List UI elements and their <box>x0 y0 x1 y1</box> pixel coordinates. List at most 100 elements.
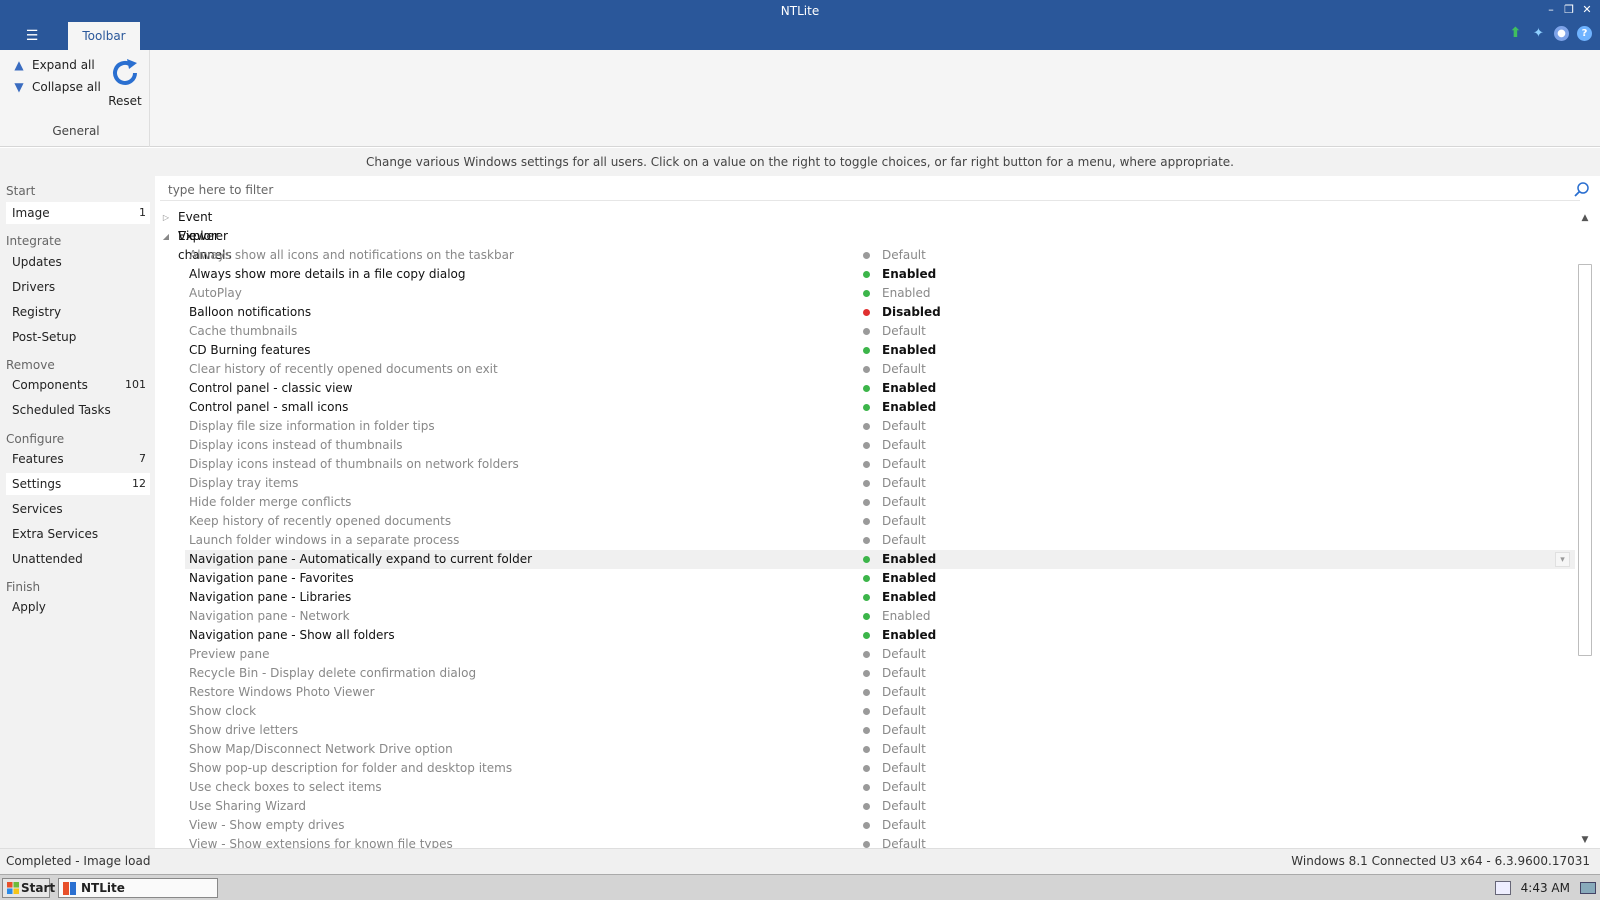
setting-row[interactable]: View - Show empty drives Default <box>185 816 1575 835</box>
setting-row[interactable]: Clear history of recently opened documen… <box>185 360 1575 379</box>
hamburger-menu-icon[interactable]: ☰ <box>22 27 42 45</box>
restore-icon[interactable]: ❐ <box>1562 2 1576 18</box>
setting-value[interactable]: Default <box>882 436 926 455</box>
sidebar-item-unattended[interactable]: Unattended <box>6 548 150 570</box>
setting-row[interactable]: Show Map/Disconnect Network Drive option… <box>185 740 1575 759</box>
setting-value[interactable]: Enabled <box>882 341 936 360</box>
sidebar-item-apply[interactable]: Apply <box>6 596 150 618</box>
setting-value[interactable]: Disabled <box>882 303 941 322</box>
setting-row[interactable]: Navigation pane - Network Enabled <box>185 607 1575 626</box>
setting-row[interactable]: Keep history of recently opened document… <box>185 512 1575 531</box>
twitter-icon[interactable]: ✦ <box>1531 26 1546 41</box>
setting-value[interactable]: Default <box>882 664 926 683</box>
sidebar-item-post-setup[interactable]: Post-Setup <box>6 326 150 348</box>
sidebar-item-drivers[interactable]: Drivers <box>6 276 150 298</box>
collapse-all-button[interactable]: ▼ Collapse all <box>12 79 100 95</box>
setting-value[interactable]: Enabled <box>882 284 931 303</box>
update-arrow-icon[interactable]: ⬆ <box>1508 26 1523 41</box>
setting-value[interactable]: Enabled <box>882 607 931 626</box>
setting-value[interactable]: Default <box>882 360 926 379</box>
setting-value[interactable]: Default <box>882 721 926 740</box>
setting-row[interactable]: Always show more details in a file copy … <box>185 265 1575 284</box>
setting-row[interactable]: Navigation pane - Show all folders Enable… <box>185 626 1575 645</box>
setting-row[interactable]: Cache thumbnails Default <box>185 322 1575 341</box>
setting-value[interactable]: Default <box>882 417 926 436</box>
setting-value[interactable]: Default <box>882 246 926 265</box>
sidebar-item-features[interactable]: Features 7 <box>6 448 150 470</box>
setting-value[interactable]: Default <box>882 797 926 816</box>
setting-value[interactable]: Default <box>882 322 926 341</box>
expanded-triangle-icon[interactable]: ◢ <box>161 227 171 246</box>
scroll-up-arrow-icon[interactable]: ▲ <box>1577 210 1593 226</box>
expand-all-button[interactable]: ▲ Expand all <box>12 57 94 73</box>
network-icon[interactable] <box>1494 881 1511 895</box>
sidebar-item-services[interactable]: Services <box>6 498 150 520</box>
row-menu-dropdown-icon[interactable]: ▾ <box>1555 552 1570 567</box>
setting-row[interactable]: AutoPlay Enabled <box>185 284 1575 303</box>
setting-row[interactable]: View - Show extensions for known file ty… <box>185 835 1575 848</box>
setting-value[interactable]: Enabled <box>882 588 936 607</box>
setting-row[interactable]: Hide folder merge conflicts Default <box>185 493 1575 512</box>
search-icon[interactable] <box>1573 181 1591 199</box>
show-desktop-icon[interactable] <box>1580 882 1596 894</box>
setting-value[interactable]: Default <box>882 683 926 702</box>
help-icon[interactable]: ? <box>1577 26 1592 41</box>
setting-value[interactable]: Enabled <box>882 550 936 569</box>
start-button[interactable]: Start <box>2 878 55 898</box>
setting-value[interactable]: Enabled <box>882 379 936 398</box>
setting-row[interactable]: Display file size information in folder … <box>185 417 1575 436</box>
setting-row[interactable]: Use Sharing Wizard Default <box>185 797 1575 816</box>
tab-toolbar[interactable]: Toolbar <box>68 22 140 50</box>
setting-row[interactable]: Show drive letters Default <box>185 721 1575 740</box>
setting-value[interactable]: Default <box>882 493 926 512</box>
setting-row[interactable]: Navigation pane - Automatically expand t… <box>185 550 1575 569</box>
sidebar-item-extra-services[interactable]: Extra Services <box>6 523 150 545</box>
filter-input[interactable] <box>160 179 1580 201</box>
setting-value[interactable]: Default <box>882 455 926 474</box>
collapsed-triangle-icon[interactable]: ▷ <box>161 208 171 227</box>
setting-value[interactable]: Default <box>882 740 926 759</box>
sidebar-item-updates[interactable]: Updates <box>6 251 150 273</box>
setting-row[interactable]: Control panel - classic view Enabled <box>185 379 1575 398</box>
setting-row[interactable]: Control panel - small icons Enabled <box>185 398 1575 417</box>
setting-row[interactable]: Navigation pane - Favorites Enabled <box>185 569 1575 588</box>
setting-row[interactable]: Preview pane Default <box>185 645 1575 664</box>
scroll-thumb[interactable] <box>1578 264 1592 656</box>
taskbar-app-ntlite[interactable]: NTLite <box>58 878 218 898</box>
setting-row[interactable]: Display icons instead of thumbnails Defau… <box>185 436 1575 455</box>
setting-row[interactable]: Restore Windows Photo Viewer Default <box>185 683 1575 702</box>
minimize-icon[interactable]: – <box>1544 2 1558 18</box>
sidebar-item-image[interactable]: Image 1 <box>6 202 150 224</box>
setting-value[interactable]: Default <box>882 645 926 664</box>
setting-row[interactable]: Display icons instead of thumbnails on n… <box>185 455 1575 474</box>
setting-row[interactable]: Show pop-up description for folder and d… <box>185 759 1575 778</box>
setting-value[interactable]: Enabled <box>882 265 936 284</box>
setting-value[interactable]: Default <box>882 759 926 778</box>
setting-value[interactable]: Default <box>882 531 926 550</box>
setting-value[interactable]: Default <box>882 835 926 848</box>
setting-row[interactable]: Balloon notifications Disabled <box>185 303 1575 322</box>
sidebar-item-scheduled-tasks[interactable]: Scheduled Tasks <box>6 399 150 421</box>
setting-value[interactable]: Default <box>882 512 926 531</box>
setting-row[interactable]: CD Burning features Enabled <box>185 341 1575 360</box>
setting-value[interactable]: Enabled <box>882 398 936 417</box>
setting-row[interactable]: Navigation pane - Libraries Enabled <box>185 588 1575 607</box>
sidebar-item-components[interactable]: Components 101 <box>6 374 150 396</box>
setting-row[interactable]: Launch folder windows in a separate proc… <box>185 531 1575 550</box>
setting-value[interactable]: Default <box>882 474 926 493</box>
setting-row[interactable]: Recycle Bin - Display delete confirmatio… <box>185 664 1575 683</box>
reset-button[interactable]: Reset <box>106 56 144 108</box>
discord-icon[interactable]: ● <box>1554 26 1569 41</box>
close-icon[interactable]: ✕ <box>1580 2 1594 18</box>
setting-value[interactable]: Enabled <box>882 569 936 588</box>
sidebar-item-settings[interactable]: Settings 12 <box>6 473 150 495</box>
scroll-down-arrow-icon[interactable]: ▼ <box>1577 832 1593 848</box>
sidebar-item-registry[interactable]: Registry <box>6 301 150 323</box>
setting-value[interactable]: Enabled <box>882 626 936 645</box>
setting-row[interactable]: Use check boxes to select items Default <box>185 778 1575 797</box>
setting-row[interactable]: Display tray items Default <box>185 474 1575 493</box>
vertical-scrollbar[interactable]: ▲ ▼ <box>1576 208 1594 850</box>
setting-row[interactable]: Always show all icons and notifications … <box>185 246 1575 265</box>
setting-value[interactable]: Default <box>882 702 926 721</box>
setting-row[interactable]: Show clock Default <box>185 702 1575 721</box>
